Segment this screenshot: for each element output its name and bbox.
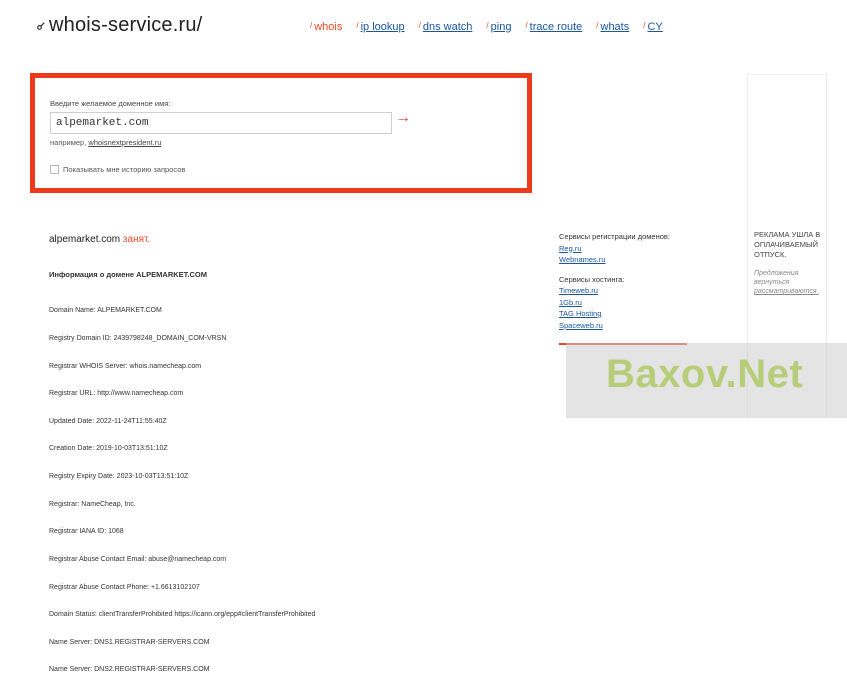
nav-label: CY <box>647 21 663 33</box>
nav-ip-lookup[interactable]: / ip lookup <box>356 21 404 33</box>
whois-line: Registrar Abuse Contact Phone: +1.661310… <box>49 583 200 591</box>
domain-search-form: Введите желаемое доменное имя: alpemarke… <box>30 73 532 193</box>
whois-info-title: Информация о домене ALPEMARKET.COM <box>49 270 207 279</box>
whois-line: Registry Expiry Date: 2023-10-03T13:51:1… <box>49 473 189 481</box>
whois-line: Registrar URL: http://www.namecheap.com <box>49 390 184 398</box>
whois-line: Updated Date: 2022-11-24T11:55:40Z <box>49 417 167 425</box>
example-hint: например, whoisnextpresident.ru <box>50 138 161 147</box>
nav-tick-icon: / <box>596 21 599 30</box>
nav-dns-watch[interactable]: / dns watch <box>419 21 473 33</box>
registration-heading: Сервисы регистрации доменов: <box>559 232 670 241</box>
key-icon <box>37 22 45 30</box>
ad-note: Предложения вернуться рассматриваются. <box>754 269 824 296</box>
whois-line: Creation Date: 2019-10-03T13:51:10Z <box>49 445 168 453</box>
history-label: Показывать мне историю запросов <box>63 165 186 174</box>
history-checkbox[interactable] <box>50 165 59 174</box>
ad-note-link[interactable]: рассматриваются. <box>754 288 819 295</box>
whois-line: Name Server: DNS1.REGISTRAR-SERVERS.COM <box>49 638 210 646</box>
service-link-timeweb[interactable]: Timeweb.ru <box>559 285 670 297</box>
nav-ping[interactable]: / ping <box>486 21 511 33</box>
whois-line: Registry Domain ID: 2439798248_DOMAIN_CO… <box>49 335 227 343</box>
nav-cy[interactable]: / CY <box>643 21 663 33</box>
result-heading: alpemarket.com занят. <box>49 234 150 245</box>
nav-label: trace route <box>529 21 583 33</box>
nav-label: ip lookup <box>360 21 405 33</box>
whois-record: Domain Name: ALPEMARKET.COM Registry Dom… <box>49 288 315 684</box>
whois-line: Registrar: NameCheap, Inc. <box>49 500 136 508</box>
nav-tick-icon: / <box>525 21 528 30</box>
nav-whois[interactable]: / whois <box>310 21 342 33</box>
whois-line: Registrar WHOIS Server: whois.namecheap.… <box>49 362 202 370</box>
hosting-heading: Сервисы хостинга: <box>559 274 625 284</box>
service-link-tag-hosting[interactable]: TAG Hosting <box>559 308 670 320</box>
site-logo[interactable]: whois-service.ru/ <box>49 14 202 37</box>
nav-label: dns watch <box>422 21 473 33</box>
services-panel: Сервисы регистрации доменов: Reg.ru Webn… <box>559 231 670 331</box>
top-nav: / whois / ip lookup / dns watch / ping /… <box>310 21 677 33</box>
nav-label: whats <box>600 21 630 33</box>
nav-tick-icon: / <box>486 21 489 30</box>
domain-input-label: Введите желаемое доменное имя: <box>50 99 171 108</box>
nav-label: whois <box>314 21 343 33</box>
nav-tick-icon: / <box>643 21 646 30</box>
service-link-webnames[interactable]: Webnames.ru <box>559 254 670 266</box>
nav-tick-icon: / <box>356 21 359 30</box>
domain-input[interactable]: alpemarket.com <box>50 112 392 134</box>
service-link-1gb[interactable]: 1Gb.ru <box>559 297 670 309</box>
watermark: Baxov.Net <box>606 352 804 396</box>
example-link[interactable]: whoisnextpresident.ru <box>88 138 161 147</box>
nav-trace-route[interactable]: / trace route <box>525 21 582 33</box>
nav-tick-icon: / <box>418 21 421 30</box>
ad-title: РЕКЛАМА УШЛА В ОПЛАЧИВАЕМЫЙ ОТПУСК. <box>754 230 821 259</box>
whois-line: Name Server: DNS2.REGISTRAR-SERVERS.COM <box>49 666 210 674</box>
service-link-spaceweb[interactable]: Spaceweb.ru <box>559 320 670 332</box>
example-prefix: например, <box>50 138 87 147</box>
nav-tick-icon: / <box>310 21 313 30</box>
nav-whats[interactable]: / whats <box>596 21 629 33</box>
submit-arrow-icon[interactable]: → <box>395 109 411 127</box>
history-option[interactable]: Показывать мне историю запросов <box>50 165 185 174</box>
whois-line: Registrar IANA ID: 1068 <box>49 528 124 536</box>
whois-line: Domain Status: clientTransferProhibited … <box>49 611 316 619</box>
whois-line: Domain Name: ALPEMARKET.COM <box>49 307 162 315</box>
whois-line: Registrar Abuse Contact Email: abuse@nam… <box>49 555 227 563</box>
result-status: занят. <box>122 234 151 245</box>
service-link-reg[interactable]: Reg.ru <box>559 243 670 255</box>
nav-label: ping <box>490 21 512 33</box>
ad-note-prefix: Предложения вернуться <box>754 270 799 286</box>
result-domain: alpemarket.com <box>49 234 121 245</box>
